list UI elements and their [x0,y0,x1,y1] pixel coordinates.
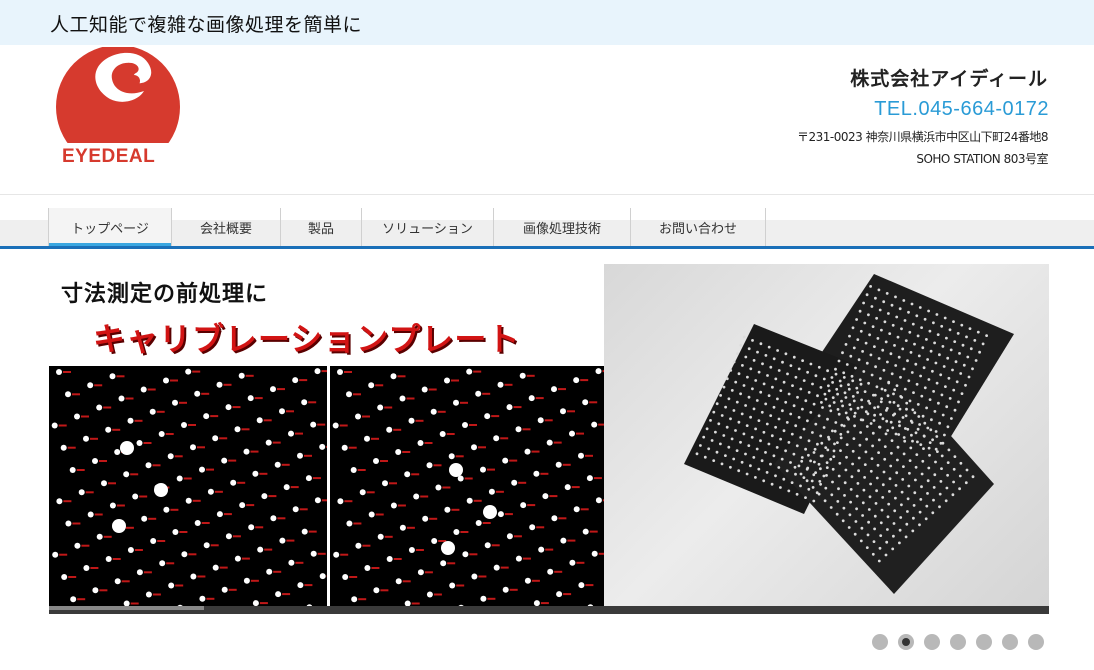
company-tel[interactable]: TEL.045-664-0172 [874,98,1049,121]
slide-left-panel: 寸法測定の前処理に キャリブレーションプレート [49,264,604,614]
dot-grid-graphic [51,368,327,611]
slide-heading: 寸法測定の前処理に [61,282,269,307]
main-nav: トップページ 会社概要 製品 ソリューション 画像処理技術 お問い合わせ [48,208,766,246]
nav-item-label: 製品 [307,221,334,237]
company-address: 〒231-0023 神奈川県横浜市中区山下町24番地8 [797,130,1049,144]
nav-item-label: お問い合わせ [658,221,737,237]
hero-slider[interactable]: 寸法測定の前処理に キャリブレーションプレート [49,264,1049,614]
pager-dot[interactable] [976,634,992,650]
calibration-grid-image [49,366,327,614]
pager-dot[interactable] [950,634,966,650]
nav-item-products[interactable]: 製品 [281,208,362,246]
dot-grid-graphic [332,368,604,611]
logo-text: EYEDEAL [62,146,156,167]
slider-pager [872,634,1054,650]
pager-dot[interactable] [1002,634,1018,650]
nav-item-solutions[interactable]: ソリューション [362,208,494,246]
header-divider [0,194,1094,195]
company-name: 株式会社アイディール [850,68,1048,90]
nav-item-label: ソリューション [382,221,473,237]
calibration-grid-image [330,366,604,614]
slide-title: キャリブレーションプレート [93,320,521,358]
nav-item-company[interactable]: 会社概要 [172,208,281,246]
pager-dot-active[interactable] [898,634,914,650]
tagline-bar: 人工知能で複雑な画像処理を簡単に [0,0,1094,45]
pager-dot[interactable] [1028,634,1044,650]
nav-underline [0,246,1094,249]
plate-photo-graphic [684,274,1014,594]
company-address-building: SOHO STATION 803号室 [916,152,1048,166]
pager-dot[interactable] [872,634,888,650]
nav-item-label: トップページ [71,221,149,237]
calibration-plate-photo [604,264,1049,614]
tagline: 人工知能で複雑な画像処理を簡単に [50,14,363,36]
nav-item-top[interactable]: トップページ [48,208,172,246]
pager-dot[interactable] [924,634,940,650]
nav-item-label: 画像処理技術 [522,221,601,237]
nav-item-label: 会社概要 [199,221,252,237]
nav-item-contact[interactable]: お問い合わせ [631,208,766,246]
slider-progress-fill [49,606,204,610]
nav-item-imaging-tech[interactable]: 画像処理技術 [494,208,631,246]
